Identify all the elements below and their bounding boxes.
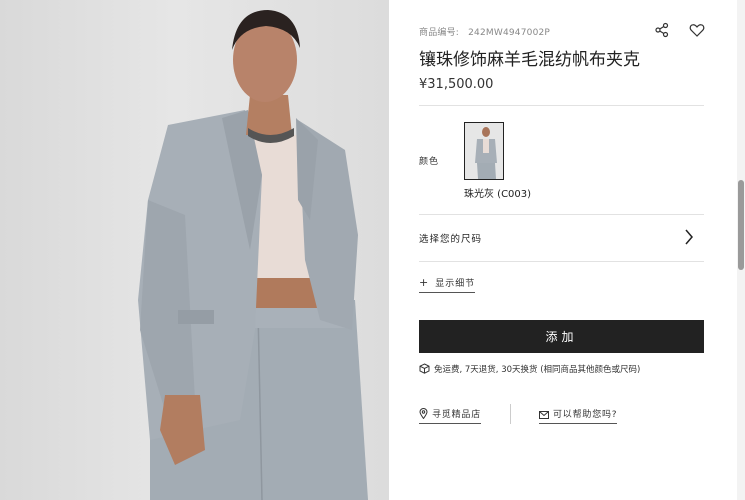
heart-icon[interactable]	[689, 22, 705, 38]
product-image[interactable]	[0, 0, 389, 500]
color-swatch-selected[interactable]	[464, 122, 504, 180]
find-store-label: 寻觅精品店	[432, 410, 482, 420]
box-icon	[419, 363, 430, 374]
product-title: 镶珠修饰麻羊毛混纺帆布夹克	[419, 50, 640, 70]
product-info-panel: 商品编号: 242MW4947002P 镶珠修饰麻羊毛混纺帆布夹克 ¥31,50…	[389, 0, 745, 500]
sku-line: 商品编号: 242MW4947002P	[419, 25, 550, 38]
scrollbar-thumb[interactable]	[738, 180, 744, 270]
link-separator	[510, 404, 511, 424]
swatch-thumbnail	[465, 123, 503, 179]
show-details-link[interactable]: + 显示细节	[419, 276, 476, 293]
find-store-link[interactable]: 寻觅精品店	[419, 407, 482, 424]
shipping-policy-text: 免运费, 7天退货, 30天换货 (相同商品其他颜色或尺码)	[434, 365, 641, 375]
sku-value: 242MW4947002P	[468, 28, 551, 38]
plus-icon: +	[419, 276, 430, 289]
product-price: ¥31,500.00	[419, 77, 494, 92]
location-pin-icon	[419, 408, 428, 420]
mail-icon	[539, 411, 549, 419]
sku-label: 商品编号:	[419, 28, 460, 38]
color-label: 颜色	[419, 157, 440, 167]
scrollbar-track[interactable]	[737, 0, 745, 500]
help-link[interactable]: 可以帮助您吗?	[539, 407, 618, 424]
add-to-cart-button[interactable]: 添加	[419, 320, 704, 353]
size-selector-label: 选择您的尺码	[419, 234, 483, 245]
shipping-policy: 免运费, 7天退货, 30天换货 (相同商品其他颜色或尺码)	[419, 363, 640, 375]
divider	[419, 261, 704, 262]
show-details-label: 显示细节	[435, 279, 476, 289]
divider	[419, 105, 704, 106]
color-name: 珠光灰 (C003)	[464, 189, 532, 200]
model-photo-illustration	[138, 10, 368, 500]
help-label: 可以帮助您吗?	[553, 410, 618, 420]
size-selector[interactable]: 选择您的尺码	[419, 215, 704, 261]
chevron-right-icon	[685, 229, 693, 245]
share-icon[interactable]	[654, 22, 670, 38]
